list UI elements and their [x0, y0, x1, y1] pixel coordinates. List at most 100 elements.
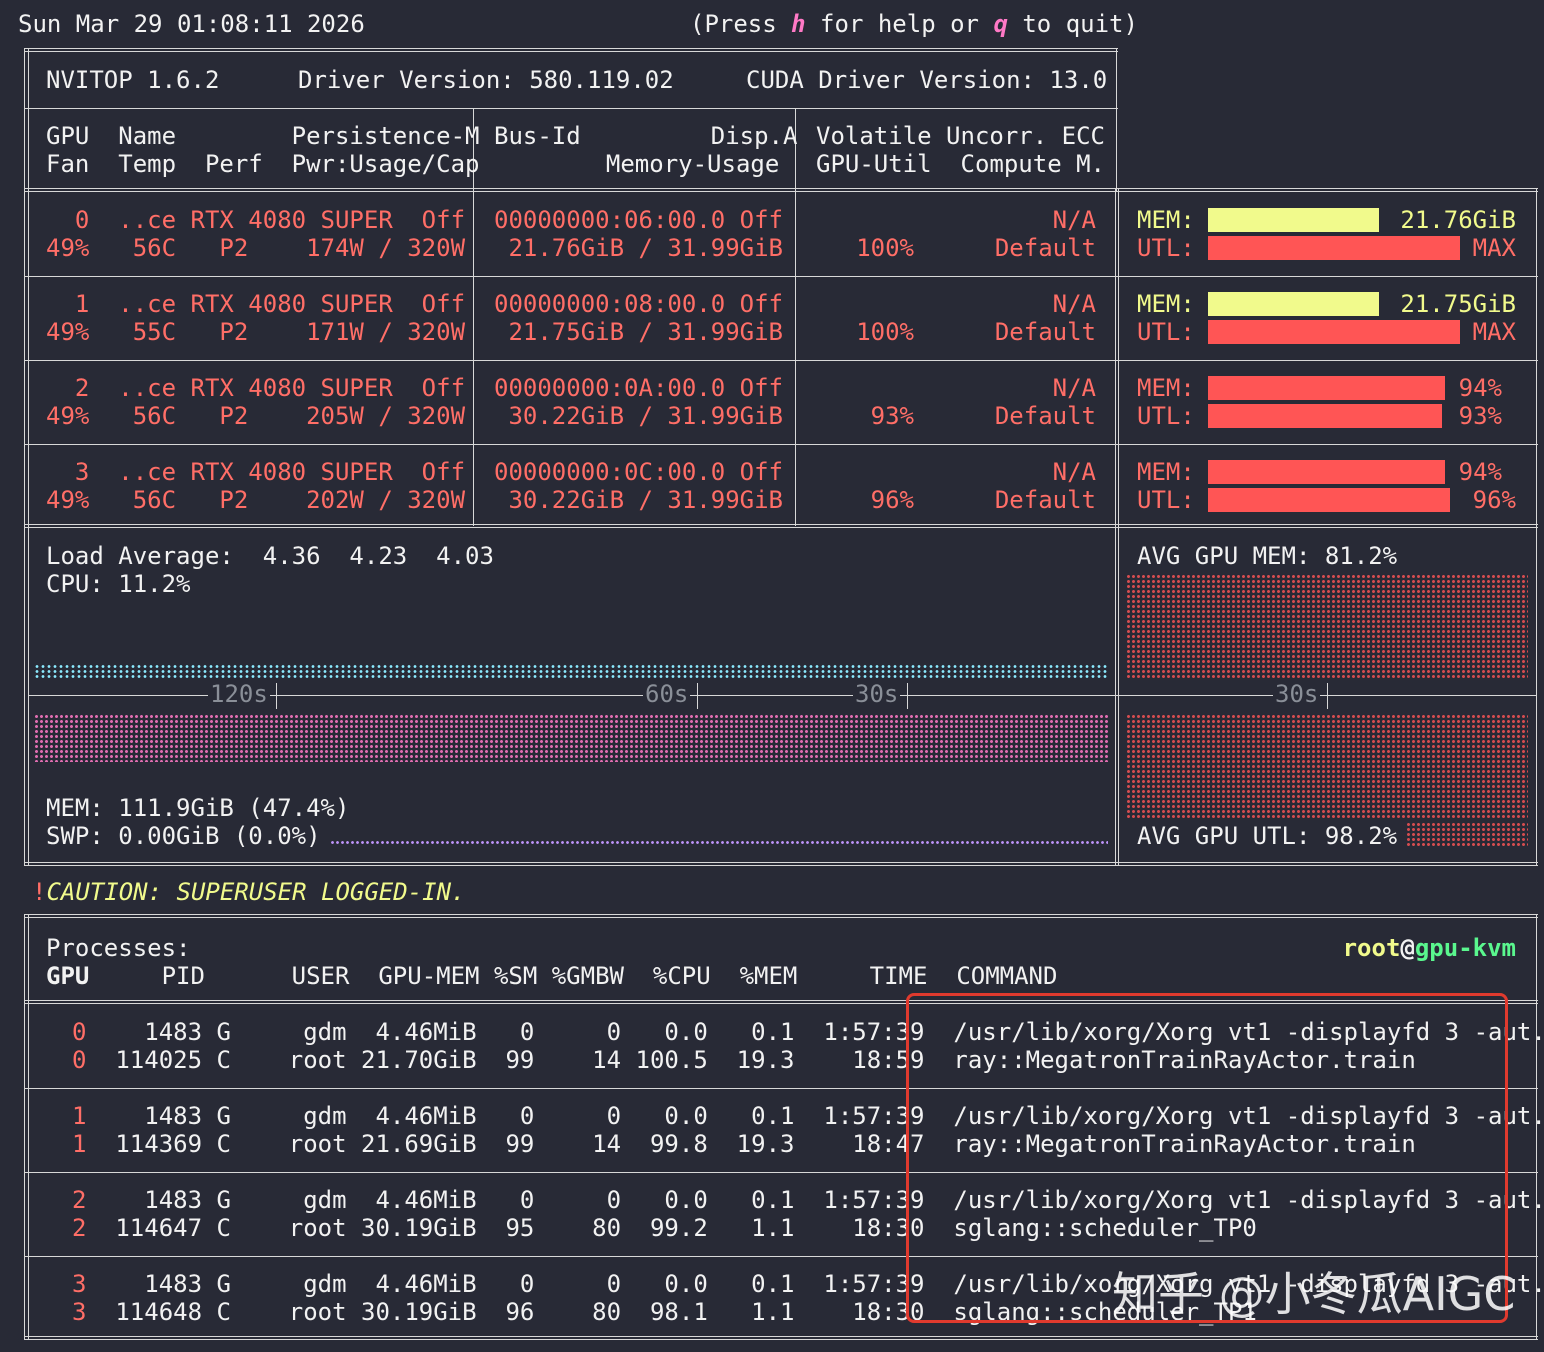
gpu-1-utl-label: UTL:	[1137, 318, 1195, 346]
caution-text: CAUTION: SUPERUSER LOGGED-IN.	[46, 878, 466, 906]
gpu-1-utl-bar	[1208, 320, 1460, 344]
tick-30s: 30s	[853, 680, 901, 708]
gpu-3-compute-mode: Default	[994, 486, 1096, 514]
gpu-3-utl-label: UTL:	[1137, 486, 1195, 514]
gpu-1-mem-bar	[1208, 292, 1379, 316]
gpu-1-ecc: N/A	[1052, 290, 1096, 318]
mem-history-graph	[34, 714, 1108, 762]
gpu-3-utl-bar	[1208, 488, 1450, 512]
gpu-0-utl-value: MAX	[1472, 234, 1516, 262]
gpu-utl-history-graph-tail	[1406, 822, 1528, 846]
gpu-0-utl-bar	[1208, 236, 1460, 260]
gpu-1-util: 100%	[856, 318, 914, 346]
process-gpu-index: 3	[72, 1298, 87, 1326]
gpu-2-utl-value: 93%	[1458, 402, 1502, 430]
process-gpu-index: 3	[72, 1270, 87, 1298]
gpu-3-utl-value: 96%	[1472, 486, 1516, 514]
help-key-h: h	[791, 10, 806, 38]
gpu-2-utl-bar	[1208, 404, 1442, 428]
gpu-0-utl-label: UTL:	[1137, 234, 1195, 262]
process-gpu-index: 0	[72, 1046, 87, 1074]
process-gpu-index: 2	[72, 1186, 87, 1214]
col-header-gpu-2: Fan Temp Perf Pwr:Usage/Cap	[46, 150, 480, 178]
gpu-3-util: 96%	[870, 486, 914, 514]
gpu-0-line2: 49% 56C P2 174W / 320W	[46, 234, 466, 262]
gpu-0-util: 100%	[856, 234, 914, 262]
gpu-3-mem-value: 94%	[1458, 458, 1502, 486]
gpu-1-utl-value: MAX	[1472, 318, 1516, 346]
watermark: 知乎 @小冬瓜AIGC	[1112, 1267, 1516, 1321]
gpu-3-bus-id: 00000000:0C:00.0 Off	[494, 458, 783, 486]
gpu-mem-history-graph	[1126, 574, 1528, 678]
gpu-1-mem-label: MEM:	[1137, 290, 1195, 318]
gpu-2-memory-usage: 30.22GiB / 31.99GiB	[494, 402, 783, 430]
gpu-0-memory-usage: 21.76GiB / 31.99GiB	[494, 234, 783, 262]
gpu-1-line1: 1 ..ce RTX 4080 SUPER Off	[46, 290, 466, 318]
gpu-1-memory-usage: 21.75GiB / 31.99GiB	[494, 318, 783, 346]
cpu-history-graph	[34, 664, 1108, 678]
caution-banner: !CAUTION: SUPERUSER LOGGED-IN.	[32, 878, 465, 906]
gpu-3-line2: 49% 56C P2 202W / 320W	[46, 486, 466, 514]
gpu-utl-history-graph	[1126, 714, 1528, 820]
gpu-2-util: 93%	[870, 402, 914, 430]
host-swap: SWP: 0.00GiB (0.0%)	[46, 822, 321, 850]
help-mid: for help or	[805, 10, 994, 38]
load-average: Load Average: 4.36 4.23 4.03	[46, 542, 494, 570]
process-header: GPU PID USER GPU-MEM %SM %GMBW %CPU %MEM…	[46, 962, 1057, 990]
gpu-2-line1: 2 ..ce RTX 4080 SUPER Off	[46, 374, 466, 402]
col-header-bus-2: Memory-Usage	[577, 150, 780, 178]
col-header-gpu-1: GPU Name Persistence-M	[46, 122, 480, 150]
gpu-2-mem-value: 94%	[1458, 374, 1502, 402]
process-gpu-index: 0	[72, 1018, 87, 1046]
gpu-0-ecc: N/A	[1052, 206, 1096, 234]
at-sign: @	[1400, 934, 1415, 962]
process-header-gpu: GPU	[46, 962, 90, 990]
process-gpu-index: 1	[72, 1130, 87, 1158]
cpu-percent: CPU: 11.2%	[46, 570, 191, 598]
gpu-0-mem-bar	[1208, 208, 1379, 232]
processes-title: Processes:	[46, 934, 191, 962]
gpu-2-ecc: N/A	[1052, 374, 1096, 402]
caution-mark: !	[32, 878, 47, 906]
host-mem: MEM: 111.9GiB (47.4%)	[46, 794, 350, 822]
gpu-3-memory-usage: 30.22GiB / 31.99GiB	[494, 486, 783, 514]
avg-gpu-utl: AVG GPU UTL: 98.2%	[1137, 822, 1398, 850]
avg-gpu-mem: AVG GPU MEM: 81.2%	[1137, 542, 1398, 570]
gpu-3-mem-label: MEM:	[1137, 458, 1195, 486]
help-suffix: to quit)	[1007, 10, 1138, 38]
gpu-1-compute-mode: Default	[994, 318, 1096, 346]
gpu-3-ecc: N/A	[1052, 458, 1096, 486]
swap-history-graph	[330, 840, 1108, 846]
col-header-util-2: GPU-Util Compute M.	[816, 150, 1105, 178]
tick-60s: 60s	[643, 680, 691, 708]
gpu-1-line2: 49% 55C P2 171W / 320W	[46, 318, 466, 346]
datetime: Sun Mar 29 01:08:11 2026	[18, 10, 365, 38]
driver-version: Driver Version: 580.119.02	[298, 66, 674, 94]
gpu-2-line2: 49% 56C P2 205W / 320W	[46, 402, 466, 430]
gpu-0-mem-label: MEM:	[1137, 206, 1195, 234]
gpu-0-line1: 0 ..ce RTX 4080 SUPER Off	[46, 206, 466, 234]
user-name: root	[1342, 934, 1401, 962]
nvitop-version: NVITOP 1.6.2	[46, 66, 220, 94]
gpu-3-mem-bar	[1208, 460, 1445, 484]
col-header-util-1: Volatile Uncorr. ECC	[816, 122, 1105, 150]
help-prefix: (Press	[690, 10, 792, 38]
gpu-2-mem-bar	[1208, 376, 1445, 400]
gpu-1-bus-id: 00000000:08:00.0 Off	[494, 290, 783, 318]
tick-120s: 120s	[208, 680, 270, 708]
gpu-2-utl-label: UTL:	[1137, 402, 1195, 430]
host-name: gpu-kvm	[1414, 934, 1516, 962]
help-hint: (Press h for help or q to quit)	[690, 10, 1138, 38]
cuda-version: CUDA Driver Version: 13.0	[746, 66, 1108, 94]
gpu-0-bus-id: 00000000:06:00.0 Off	[494, 206, 783, 234]
gpu-0-compute-mode: Default	[994, 234, 1096, 262]
gpu-2-mem-label: MEM:	[1137, 374, 1195, 402]
gpu-0-mem-value: 21.76GiB	[1400, 206, 1516, 234]
help-key-q: q	[993, 10, 1008, 38]
gpu-3-line1: 3 ..ce RTX 4080 SUPER Off	[46, 458, 466, 486]
gpu-1-mem-value: 21.75GiB	[1400, 290, 1516, 318]
process-gpu-index: 1	[72, 1102, 87, 1130]
gpu-2-compute-mode: Default	[994, 402, 1096, 430]
col-header-bus-1: Bus-Id Disp.A	[494, 122, 798, 150]
user-host: root@gpu-kvm	[1343, 934, 1516, 962]
